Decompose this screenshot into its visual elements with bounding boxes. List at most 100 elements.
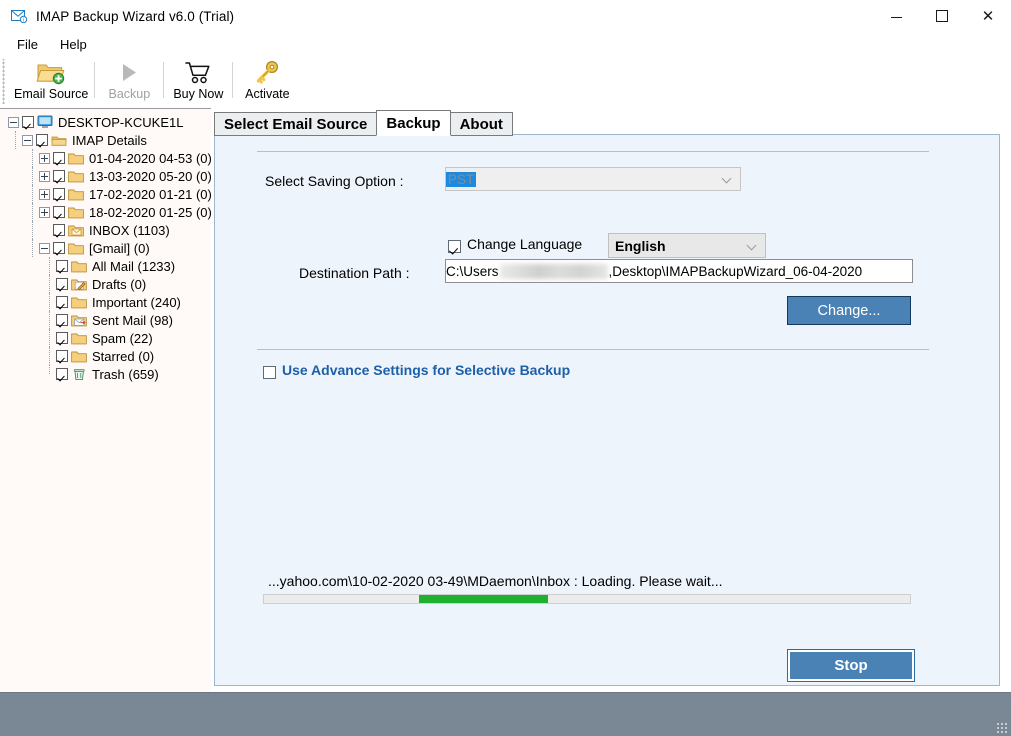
expand-toggle-icon[interactable] [39, 206, 50, 218]
change-language-checkbox[interactable] [448, 240, 461, 253]
tree-checkbox[interactable] [56, 350, 68, 362]
tree-node-label: Drafts (0) [92, 276, 147, 292]
tree-node-imap-details[interactable]: IMAP Details [6, 131, 211, 149]
main-content-area: Select Email Source Backup About Select … [211, 108, 1011, 692]
tree-node-desktop[interactable]: DESKTOP-KCUKE1L [6, 113, 211, 131]
change-path-button[interactable]: Change... [787, 296, 911, 325]
tree-node-spam[interactable]: Spam (22) [6, 329, 211, 347]
backup-panel: Select Saving Option : PST Change Langua… [214, 134, 1000, 686]
menu-bar: File Help [0, 32, 1011, 58]
svg-text:i: i [22, 17, 23, 23]
language-dropdown[interactable]: English [608, 233, 766, 258]
tree-node-inbox[interactable]: INBOX (1103) [6, 221, 211, 239]
close-icon: ✕ [981, 6, 995, 25]
folder-icon [71, 331, 88, 345]
tree-checkbox[interactable] [53, 152, 65, 164]
tree-checkbox[interactable] [56, 296, 68, 308]
collapse-toggle-icon[interactable] [22, 134, 33, 146]
tree-checkbox[interactable] [53, 170, 65, 182]
tree-node-folder-13-03-2020[interactable]: 13-03-2020 05-20 (0) [6, 167, 211, 185]
trash-folder-icon [71, 367, 88, 381]
folder-icon [71, 259, 88, 273]
toolbar-button-email-source[interactable]: Email Source [8, 57, 94, 107]
tree-checkbox[interactable] [53, 188, 65, 200]
tree-checkbox[interactable] [56, 260, 68, 272]
progress-bar-chunk [419, 595, 549, 603]
folder-icon [68, 151, 85, 165]
tree-checkbox[interactable] [56, 314, 68, 326]
destination-path-suffix: ,Desktop\IMAPBackupWizard_06-04-2020 [608, 263, 863, 279]
stop-button[interactable]: Stop [787, 649, 915, 682]
tree-checkbox[interactable] [56, 332, 68, 344]
tree-checkbox[interactable] [53, 242, 65, 254]
drafts-folder-icon [71, 277, 88, 291]
shopping-cart-icon [184, 59, 212, 85]
resize-grip-icon[interactable] [996, 722, 1008, 734]
tree-node-all-mail[interactable]: All Mail (1233) [6, 257, 211, 275]
folder-icon [68, 187, 85, 201]
toolbar-button-activate[interactable]: Activate [233, 57, 301, 107]
close-button[interactable]: ✕ [965, 0, 1011, 32]
tab-backup[interactable]: Backup [376, 110, 451, 136]
computer-icon [37, 115, 54, 129]
tab-about[interactable]: About [449, 112, 513, 136]
tree-node-label: 13-03-2020 05-20 (0) [89, 168, 212, 184]
tree-node-gmail[interactable]: [Gmail] (0) [6, 239, 211, 257]
tree-node-label: 18-02-2020 01-25 (0) [89, 204, 212, 220]
tree-node-label: 01-04-2020 04-53 (0) [89, 150, 212, 166]
menu-file[interactable]: File [6, 34, 49, 55]
tree-node-label: [Gmail] (0) [89, 240, 150, 256]
chevron-down-icon [723, 174, 732, 183]
tree-checkbox[interactable] [56, 278, 68, 290]
play-triangle-icon [116, 59, 142, 85]
expand-toggle-icon[interactable] [39, 188, 50, 200]
folder-add-icon [36, 59, 66, 85]
saving-option-dropdown[interactable]: PST [445, 167, 741, 191]
tree-checkbox[interactable] [36, 134, 48, 146]
tree-node-label: All Mail (1233) [92, 258, 176, 274]
menu-help[interactable]: Help [49, 34, 98, 55]
tree-node-label: Important (240) [92, 294, 181, 310]
maximize-icon [936, 10, 948, 22]
folder-icon [71, 295, 88, 309]
toolbar: Email Source Backup Buy Now Activate [0, 57, 1011, 109]
minimize-button[interactable] [873, 0, 919, 32]
saving-option-value: PST [446, 171, 477, 187]
destination-path-input[interactable]: C:\Users ,Desktop\IMAPBackupWizard_06-04… [445, 259, 913, 283]
expand-toggle-icon[interactable] [39, 152, 50, 164]
tree-node-label: Sent Mail (98) [92, 312, 173, 328]
tree-node-label: IMAP Details [72, 132, 147, 148]
inbox-folder-icon [68, 223, 85, 237]
advance-settings-checkbox[interactable] [263, 366, 276, 379]
section-divider-middle [257, 349, 929, 350]
tab-select-email-source[interactable]: Select Email Source [214, 112, 378, 136]
tree-node-important[interactable]: Important (240) [6, 293, 211, 311]
toolbar-button-backup[interactable]: Backup [95, 57, 163, 107]
language-value: English [615, 237, 666, 254]
folder-tree-panel[interactable]: DESKTOP-KCUKE1L IMAP Details 01-04-2020 … [0, 108, 212, 693]
maximize-button[interactable] [919, 0, 965, 32]
tree-node-drafts[interactable]: Drafts (0) [6, 275, 211, 293]
redacted-username [499, 263, 608, 279]
tree-node-folder-01-04-2020[interactable]: 01-04-2020 04-53 (0) [6, 149, 211, 167]
progress-status-text: ...yahoo.com\10-02-2020 03-49\MDaemon\In… [268, 573, 723, 589]
collapse-toggle-icon[interactable] [39, 242, 50, 254]
tree-node-sent-mail[interactable]: Sent Mail (98) [6, 311, 211, 329]
tree-checkbox[interactable] [56, 368, 68, 380]
toolbar-button-buy-now[interactable]: Buy Now [164, 57, 232, 107]
collapse-toggle-icon[interactable] [8, 116, 19, 128]
toolbar-drag-grip[interactable] [0, 59, 8, 104]
tree-checkbox[interactable] [53, 224, 65, 236]
expand-toggle-icon[interactable] [39, 170, 50, 182]
folder-icon [68, 241, 85, 255]
tree-node-folder-18-02-2020[interactable]: 18-02-2020 01-25 (0) [6, 203, 211, 221]
advance-settings-label: Use Advance Settings for Selective Backu… [282, 362, 571, 378]
tree-node-trash[interactable]: Trash (659) [6, 365, 211, 383]
tree-node-starred[interactable]: Starred (0) [6, 347, 211, 365]
tree-node-folder-17-02-2020[interactable]: 17-02-2020 01-21 (0) [6, 185, 211, 203]
tree-node-label: Spam (22) [92, 330, 153, 346]
tree-checkbox[interactable] [53, 206, 65, 218]
tree-checkbox[interactable] [22, 116, 34, 128]
status-bar [0, 692, 1011, 736]
change-language-label: Change Language [467, 236, 583, 252]
